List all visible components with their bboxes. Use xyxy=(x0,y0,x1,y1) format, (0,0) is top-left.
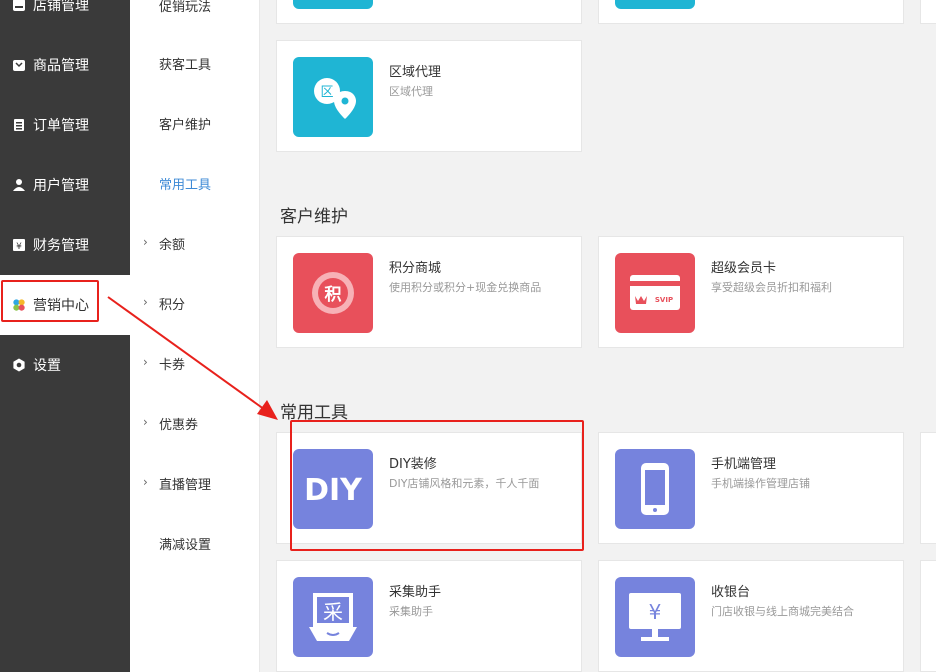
chevron-right-icon: › xyxy=(143,355,148,369)
cashier-monitor-icon: ¥ xyxy=(615,577,695,657)
tool-card-partial[interactable] xyxy=(276,0,582,24)
subnav-item-promotion[interactable]: 促销玩法 xyxy=(130,0,259,35)
sidebar-item-order[interactable]: 订单管理 xyxy=(0,95,130,155)
svg-text:SVIP: SVIP xyxy=(655,296,673,304)
chevron-right-icon: › xyxy=(143,415,148,429)
subnav-item-label: 余额 xyxy=(159,237,186,253)
svg-text:采: 采 xyxy=(323,600,343,624)
subnav-item-tools[interactable]: 常用工具 xyxy=(130,153,259,213)
card-title: 收银台 xyxy=(711,585,751,600)
settings-icon xyxy=(12,358,26,372)
order-icon xyxy=(12,118,26,132)
tool-card-partial[interactable] xyxy=(598,0,904,24)
user-icon xyxy=(12,178,26,192)
annotation-highlight-marketing xyxy=(1,280,99,322)
subnav-item-label: 满减设置 xyxy=(159,537,212,553)
sidebar-item-finance[interactable]: ¥ 财务管理 xyxy=(0,215,130,275)
finance-icon: ¥ xyxy=(12,238,26,252)
sidebar-item-label: 财务管理 xyxy=(33,238,89,254)
card-description: 使用积分或积分+现金兑换商品 xyxy=(389,281,542,294)
sidebar-item-label: 用户管理 xyxy=(33,178,89,194)
tool-card-partial[interactable] xyxy=(920,0,936,24)
points-coin-icon: 积 xyxy=(293,253,373,333)
sidebar-item-settings[interactable]: 设置 xyxy=(0,335,130,395)
card-title: 采集助手 xyxy=(389,585,442,600)
card-title: 手机端管理 xyxy=(711,457,777,472)
subnav-item-label: 促销玩法 xyxy=(159,0,212,15)
tool-card-svip[interactable]: SVIP 超级会员卡 享受超级会员折扣和福利 xyxy=(598,236,904,348)
subnav-item-label: 客户维护 xyxy=(159,117,212,133)
tool-card-points-mall[interactable]: 积 积分商城 使用积分或积分+现金兑换商品 xyxy=(276,236,582,348)
subnav-item-label: 直播管理 xyxy=(159,477,212,493)
main-sidebar: 店铺管理 商品管理 订单管理 用户管理 ¥ 财务管理 营销中心 设置 xyxy=(0,0,130,672)
tool-card-partial[interactable] xyxy=(920,432,936,544)
sidebar-item-label: 设置 xyxy=(33,358,61,374)
subnav-item-coupons[interactable]: › 优惠券 xyxy=(130,393,259,453)
card-description: 采集助手 xyxy=(389,605,433,618)
vip-card-icon: SVIP xyxy=(615,253,695,333)
subnav-item-fullreduction[interactable]: 满减设置 xyxy=(130,513,259,573)
tool-card-region-agent[interactable]: 区 区域代理 区域代理 xyxy=(276,40,582,152)
tool-card-mobile[interactable]: 手机端管理 手机端操作管理店铺 xyxy=(598,432,904,544)
subnav-item-live[interactable]: › 直播管理 xyxy=(130,453,259,513)
chevron-right-icon: › xyxy=(143,295,148,309)
subnav-item-label: 获客工具 xyxy=(159,57,212,73)
card-title: 区域代理 xyxy=(389,65,442,80)
subnav-item-cards[interactable]: › 卡券 xyxy=(130,333,259,393)
goods-icon xyxy=(12,58,26,72)
tool-card-cashier[interactable]: ¥ 收银台 门店收银与线上商城完美结合 xyxy=(598,560,904,672)
subnav-item-points[interactable]: › 积分 xyxy=(130,273,259,333)
main-content: 区 区域代理 区域代理 客户维护 积 积分商城 使用积分或积分+现金兑换商品 S… xyxy=(260,0,936,672)
chevron-right-icon: › xyxy=(143,235,148,249)
sidebar-item-user[interactable]: 用户管理 xyxy=(0,155,130,215)
svg-text:¥: ¥ xyxy=(16,242,22,252)
card-description: 门店收银与线上商城完美结合 xyxy=(711,605,854,618)
card-description: 手机端操作管理店铺 xyxy=(711,477,810,490)
subnav-item-label: 优惠券 xyxy=(159,417,199,433)
subnav-item-balance[interactable]: › 余额 xyxy=(130,213,259,273)
subnav-item-label: 卡券 xyxy=(159,357,186,373)
card-description: 区域代理 xyxy=(389,85,433,98)
mobile-phone-icon xyxy=(615,449,695,529)
tool-card-collector[interactable]: 采 采集助手 采集助手 xyxy=(276,560,582,672)
secondary-nav: 促销玩法 获客工具 客户维护 常用工具 › 余额 › 积分 › 卡券 › 优惠券… xyxy=(130,0,260,672)
chevron-right-icon: › xyxy=(143,475,148,489)
subnav-item-label: 积分 xyxy=(159,297,186,313)
store-icon xyxy=(12,0,26,12)
svg-text:¥: ¥ xyxy=(649,600,662,624)
tool-card-partial[interactable] xyxy=(920,560,936,672)
sidebar-item-goods[interactable]: 商品管理 xyxy=(0,35,130,95)
svg-text:积: 积 xyxy=(325,285,342,305)
section-title-customer: 客户维护 xyxy=(280,207,348,227)
collector-icon: 采 xyxy=(293,577,373,657)
card-icon xyxy=(293,0,373,9)
sidebar-item-store[interactable]: 店铺管理 xyxy=(0,0,130,35)
card-icon xyxy=(615,0,695,9)
sidebar-item-label: 商品管理 xyxy=(33,58,89,74)
svg-text:区: 区 xyxy=(320,85,333,100)
sidebar-item-label: 店铺管理 xyxy=(33,0,89,14)
card-title: 超级会员卡 xyxy=(711,261,777,276)
subnav-item-customer[interactable]: 客户维护 xyxy=(130,93,259,153)
subnav-item-label: 常用工具 xyxy=(159,177,212,193)
card-description: 享受超级会员折扣和福利 xyxy=(711,281,832,294)
card-title: 积分商城 xyxy=(389,261,442,276)
subnav-item-acquisition[interactable]: 获客工具 xyxy=(130,33,259,93)
annotation-highlight-diy xyxy=(290,420,584,551)
sidebar-item-label: 订单管理 xyxy=(33,118,89,134)
location-pin-icon: 区 xyxy=(293,57,373,137)
